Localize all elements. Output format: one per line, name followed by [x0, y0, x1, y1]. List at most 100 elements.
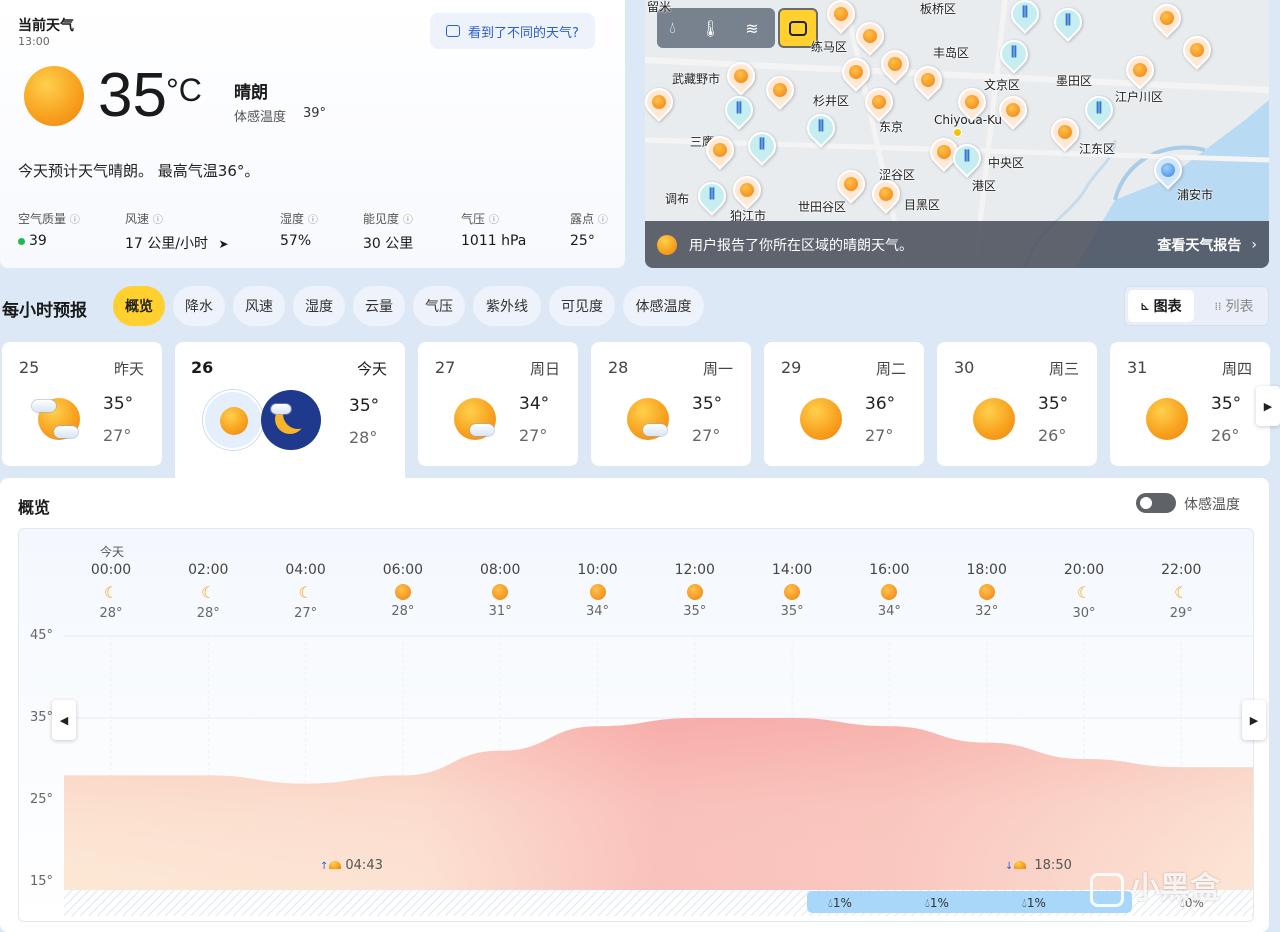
sunny-report-pin[interactable] — [721, 56, 761, 96]
day-card[interactable]: 29 周二 36° 27° — [764, 342, 924, 466]
day-weekday: 周三 — [1048, 360, 1079, 378]
temperature-layer-icon[interactable]: 🌡︎ — [700, 19, 720, 38]
days-next-button[interactable]: ▶ — [1256, 386, 1280, 426]
wind-layer-icon[interactable]: ≋ — [745, 19, 758, 38]
hour-time: 10:00 — [577, 562, 618, 578]
info-icon[interactable]: ⓘ — [598, 215, 608, 226]
view-chart-button[interactable]: ⊾ 图表 — [1128, 290, 1194, 322]
sunny-report-pin[interactable] — [836, 52, 876, 92]
hour-column: 02:00 ☾ 28° — [178, 562, 238, 621]
metric-humidity[interactable]: 湿度 ⓘ 57% — [280, 210, 350, 249]
hour-column: 08:00 31° — [470, 562, 530, 619]
temperature-report-pin[interactable]: ⫼ — [719, 90, 759, 130]
sunny-report-pin[interactable] — [908, 60, 948, 100]
report-banner[interactable]: 用户报告了你所在区域的晴朗天气。 查看天气报告 › — [645, 221, 1269, 268]
sunny-report-pin[interactable] — [875, 44, 915, 84]
sunny-report-pin[interactable] — [952, 82, 992, 122]
sunny-report-pin[interactable] — [1120, 50, 1160, 90]
day-card-selected[interactable]: 26 今天 35° 28° — [175, 342, 405, 478]
feels-like-value: 39° — [303, 106, 327, 121]
day-card[interactable]: 31 周四 35° 26° — [1110, 342, 1270, 466]
metric-wind[interactable]: 风速 ⓘ 17 公里/小时 ➤ — [125, 210, 265, 253]
day-date: 27 — [435, 358, 456, 377]
view-chart-label: 图表 — [1153, 299, 1182, 315]
info-icon[interactable]: ⓘ — [308, 215, 318, 226]
tab-feels-like[interactable]: 体感温度 — [623, 286, 704, 326]
metric-visibility[interactable]: 能见度 ⓘ 30 公里 — [363, 210, 448, 253]
day-low: 28° — [349, 428, 378, 447]
sun-icon — [329, 861, 342, 869]
sunny-report-pin[interactable] — [1177, 30, 1217, 70]
temperature-report-pin[interactable]: ⫼ — [742, 126, 782, 166]
day-card[interactable]: 25 昨天 35° 27° — [2, 342, 162, 466]
day-card[interactable]: 30 周三 35° 26° — [937, 342, 1097, 466]
sunny-report-pin[interactable] — [760, 70, 800, 110]
sunny-report-pin[interactable] — [1147, 0, 1187, 38]
temperature-report-pin[interactable]: ⫼ — [994, 34, 1034, 74]
rain-report-pin[interactable] — [1148, 150, 1188, 190]
temperature-report-pin[interactable]: ⫼ — [947, 138, 987, 178]
metric-dewpoint[interactable]: 露点 ⓘ 25° — [570, 210, 620, 249]
sunset-icon: ↓ — [1005, 861, 1014, 872]
sunny-report-pin[interactable] — [700, 130, 740, 170]
precip-value: 💧︎1% — [925, 896, 949, 910]
moon-icon: ☾ — [1076, 583, 1092, 602]
day-card[interactable]: 28 周一 35° 27° — [591, 342, 751, 466]
metric-pressure[interactable]: 气压 ⓘ 1011 hPa — [461, 210, 556, 249]
weather-map[interactable]: 💧︎ 🌡︎ ≋ 留米 板桥区 练马区 丰岛区 武藏野市 文京区 墨田区 杉井区 … — [645, 0, 1269, 268]
tab-precipitation[interactable]: 降水 — [173, 286, 225, 326]
precipitation-layer-icon[interactable]: 💧︎ — [669, 18, 675, 38]
temperature-area-chart — [64, 635, 1253, 916]
chart-prev-button[interactable]: ◀ — [52, 700, 76, 740]
metric-aqi[interactable]: 空气质量 ⓘ 39 — [18, 210, 113, 249]
day-weekday: 周一 — [702, 360, 733, 378]
hour-column: 18:00 32° — [957, 562, 1017, 619]
day-card[interactable]: 27 周日 34° 27° — [418, 342, 578, 466]
report-link[interactable]: 查看天气报告 — [1157, 235, 1241, 255]
location-dot — [953, 128, 962, 137]
info-icon[interactable]: ⓘ — [70, 215, 80, 226]
sunny-report-pin[interactable] — [821, 0, 861, 34]
metric-value: 39 — [29, 233, 47, 249]
chart-next-button[interactable]: ▶ — [1242, 700, 1266, 740]
view-list-button[interactable]: ⁞⁞ 列表 — [1201, 290, 1267, 322]
hour-temp: 27° — [294, 606, 318, 621]
sunny-report-pin[interactable] — [645, 82, 679, 122]
temperature-report-pin[interactable]: ⫼ — [692, 176, 732, 216]
feedback-label: 看到了不同的天气? — [468, 25, 579, 41]
info-icon[interactable]: ⓘ — [403, 215, 413, 226]
info-icon[interactable]: ⓘ — [153, 215, 163, 226]
info-icon[interactable]: ⓘ — [489, 215, 499, 226]
overview-panel: 概览 体感温度 今天 45° 35° 25° 15° 00:00 ☾ 28° 0… — [0, 478, 1269, 932]
sunny-report-pin[interactable] — [1045, 112, 1085, 152]
sunny-report-pin[interactable] — [993, 90, 1033, 130]
tab-uv[interactable]: 紫外线 — [473, 286, 541, 326]
tab-overview[interactable]: 概览 — [113, 286, 165, 326]
tab-visibility[interactable]: 可见度 — [549, 286, 615, 326]
map-label: 调布 — [665, 192, 690, 206]
temperature-report-pin[interactable]: ⫼ — [1079, 90, 1119, 130]
feedback-button[interactable]: 看到了不同的天气? — [430, 13, 595, 49]
map-label: 武藏野市 — [672, 72, 721, 86]
map-label: 江东区 — [1079, 142, 1116, 156]
chat-icon — [446, 25, 461, 37]
sunny-report-pin[interactable] — [850, 16, 890, 56]
temperature-report-pin[interactable]: ⫼ — [801, 108, 841, 148]
tab-humidity[interactable]: 湿度 — [293, 286, 345, 326]
tab-pressure[interactable]: 气压 — [413, 286, 465, 326]
sunrise-marker: ↑ 04:43 — [320, 858, 383, 873]
temperature-report-pin[interactable]: ⫼ — [1005, 0, 1045, 34]
hour-time: 14:00 — [771, 562, 813, 578]
map-label: 江户川区 — [1115, 90, 1164, 104]
temp-unit: °C — [166, 72, 202, 108]
sun-icon — [881, 584, 898, 600]
sunny-report-pin[interactable] — [859, 82, 899, 122]
tab-cloud[interactable]: 云量 — [353, 286, 405, 326]
sunny-report-pin[interactable] — [727, 170, 767, 210]
temperature-report-pin[interactable]: ⫼ — [1048, 2, 1088, 42]
watermark: 小黑盒 — [1090, 863, 1220, 907]
sunny-report-pin[interactable] — [866, 174, 906, 214]
sunny-report-pin[interactable] — [831, 164, 871, 204]
tab-wind[interactable]: 风速 — [233, 286, 285, 326]
day-date: 25 — [19, 358, 40, 377]
